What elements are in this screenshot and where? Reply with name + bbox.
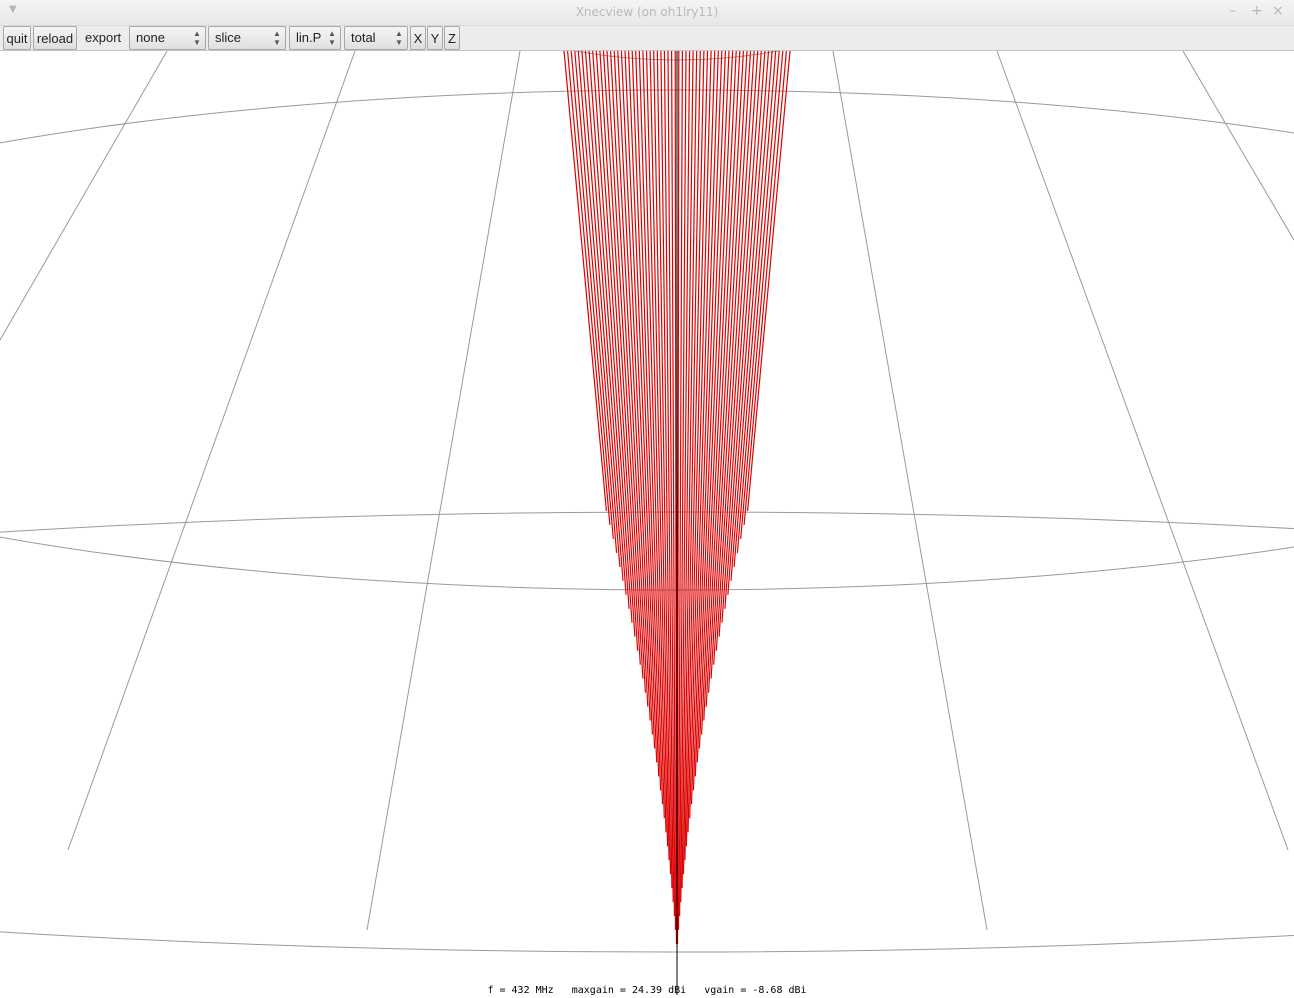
spinner-arrows-icon[interactable]: ▲ ▼	[391, 27, 407, 49]
view-x-button[interactable]: X	[410, 26, 426, 50]
grid-spoke	[67, 51, 356, 851]
export-format-value: none	[136, 30, 165, 45]
grid-spoke	[366, 51, 521, 931]
view-y-button[interactable]: Y	[427, 26, 443, 50]
status-readout: f = 432 MHz maxgain = 24.39 dBi vgain = …	[487, 985, 807, 996]
export-label: export	[85, 30, 122, 45]
close-icon[interactable]: ×	[1272, 3, 1284, 19]
minimize-icon[interactable]: –	[1229, 3, 1236, 19]
polarization-spinner[interactable]: total ▲ ▼	[344, 26, 408, 50]
toolbar: quit reload export none ▲ ▼ slice ▲ ▼ lin.…	[0, 26, 1294, 51]
maximize-icon[interactable]: +	[1251, 3, 1263, 19]
scale-value: lin.P	[296, 30, 322, 45]
polarization-value: total	[351, 30, 376, 45]
grid-spoke	[996, 51, 1289, 851]
window-title: Xnecview (on oh1lry11)	[575, 5, 719, 19]
grid-spoke	[0, 51, 168, 341]
view-mode-value: slice	[215, 30, 242, 45]
grid-spoke	[832, 51, 988, 931]
view-mode-spinner[interactable]: slice ▲ ▼	[208, 26, 286, 50]
reload-button[interactable]: reload	[33, 26, 77, 50]
spinner-arrows-icon[interactable]: ▲ ▼	[324, 27, 340, 49]
title-bar: ▼ Xnecview (on oh1lry11) – + ×	[0, 0, 1294, 26]
view-z-button[interactable]: Z	[444, 26, 460, 50]
radiation-pattern-canvas[interactable]	[0, 51, 1294, 998]
spinner-arrows-icon[interactable]: ▲ ▼	[189, 27, 205, 49]
spinner-arrows-icon[interactable]: ▲ ▼	[269, 27, 285, 49]
export-format-spinner[interactable]: none ▲ ▼	[129, 26, 206, 50]
grid-spoke	[1182, 51, 1294, 241]
quit-button[interactable]: quit	[3, 26, 31, 50]
scale-spinner[interactable]: lin.P ▲ ▼	[289, 26, 341, 50]
